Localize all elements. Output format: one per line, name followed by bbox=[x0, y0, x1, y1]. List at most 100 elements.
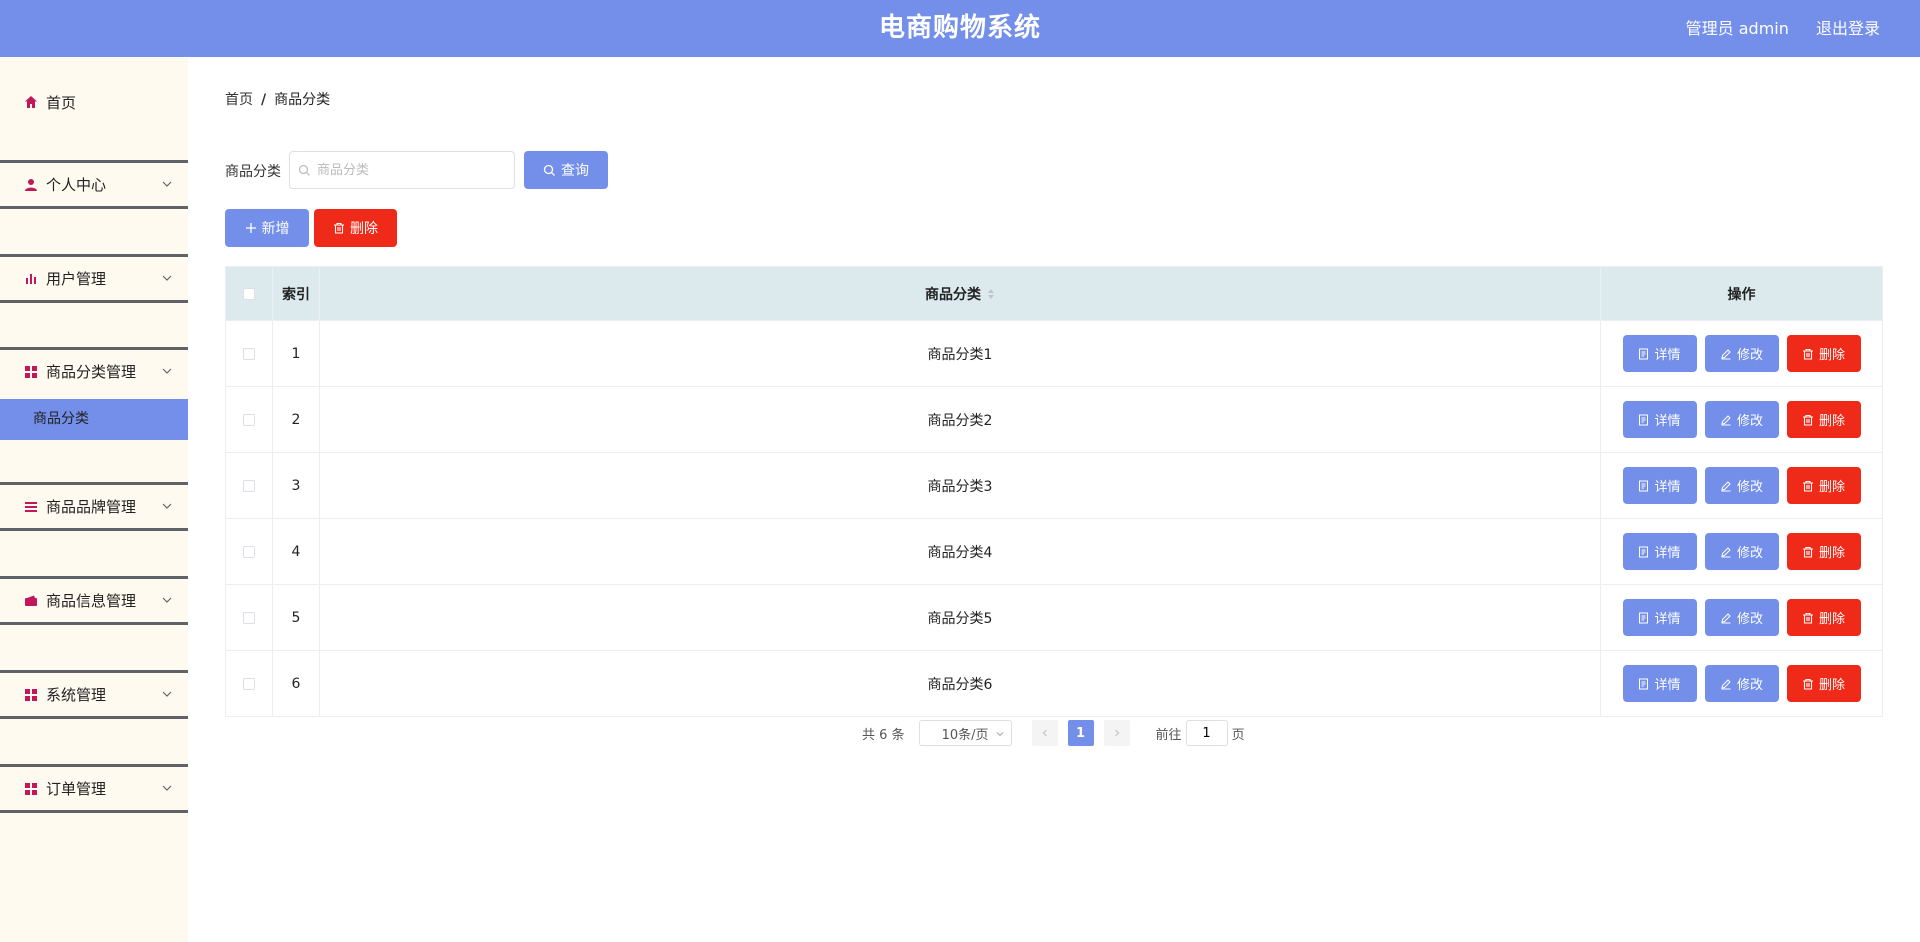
table-row: 1 商品分类1 详情 修改 删除 bbox=[226, 320, 1882, 386]
breadcrumb-separator: / bbox=[261, 92, 267, 108]
row-check-cell bbox=[226, 453, 273, 518]
edit-button[interactable]: 修改 bbox=[1704, 665, 1779, 702]
detail-button[interactable]: 详情 bbox=[1622, 665, 1697, 702]
row-actions: 详情 修改 删除 bbox=[1622, 599, 1861, 636]
header-name-cell[interactable]: 商品分类 bbox=[320, 267, 1601, 320]
row-check-cell bbox=[226, 321, 273, 386]
add-button[interactable]: 新增 bbox=[225, 209, 309, 247]
trash-icon bbox=[1802, 414, 1813, 426]
row-checkbox[interactable] bbox=[243, 479, 255, 492]
row-checkbox[interactable] bbox=[243, 413, 255, 426]
detail-button[interactable]: 详情 bbox=[1622, 533, 1697, 570]
user-icon bbox=[25, 178, 37, 191]
detail-button[interactable]: 详情 bbox=[1622, 401, 1697, 438]
edit-icon bbox=[1721, 480, 1731, 491]
logout-link[interactable]: 退出登录 bbox=[1816, 19, 1880, 38]
page-number-current[interactable]: 1 bbox=[1067, 720, 1094, 746]
sidebar-subitem-category[interactable]: 商品分类 bbox=[0, 399, 188, 440]
search-input[interactable] bbox=[315, 161, 499, 179]
sidebar-group-orders[interactable]: 订单管理 bbox=[0, 764, 188, 813]
delete-button-label: 删除 bbox=[1818, 414, 1845, 429]
query-button-label: 查询 bbox=[561, 163, 589, 179]
search-box bbox=[289, 151, 515, 189]
next-page-button[interactable] bbox=[1103, 720, 1130, 746]
edit-button[interactable]: 修改 bbox=[1704, 533, 1779, 570]
edit-button[interactable]: 修改 bbox=[1704, 467, 1779, 504]
detail-button-label: 详情 bbox=[1654, 546, 1681, 561]
search-icon bbox=[543, 164, 555, 176]
row-checkbox[interactable] bbox=[243, 611, 255, 624]
trash-icon bbox=[1802, 480, 1813, 492]
header-index: 索引 bbox=[273, 267, 320, 320]
sort-icon[interactable] bbox=[987, 288, 995, 300]
batch-delete-button-label: 删除 bbox=[350, 221, 378, 237]
row-category-name: 商品分类1 bbox=[320, 321, 1601, 386]
edit-icon bbox=[1721, 678, 1731, 689]
row-index: 6 bbox=[273, 651, 320, 716]
edit-button[interactable]: 修改 bbox=[1704, 401, 1779, 438]
document-icon bbox=[1639, 678, 1649, 689]
table-body: 1 商品分类1 详情 修改 删除 2 商品分类2 详情 修改 删除 3 商品分类3 详情 修改 删除 4 商品分… bbox=[226, 320, 1882, 716]
row-index: 4 bbox=[273, 519, 320, 584]
batch-delete-button[interactable]: 删除 bbox=[314, 209, 397, 247]
row-checkbox[interactable] bbox=[243, 347, 255, 360]
page-size-select[interactable]: 10条/页 bbox=[918, 720, 1012, 746]
goto-page-input[interactable] bbox=[1185, 720, 1228, 746]
sidebar: 首页 个人中心 用户管理 商品分类管理 商品分类 商品品牌管理 商品信息管理 系… bbox=[0, 57, 188, 942]
detail-button-label: 详情 bbox=[1654, 348, 1681, 363]
sidebar-group-product[interactable]: 商品信息管理 bbox=[0, 576, 188, 625]
row-category-name: 商品分类5 bbox=[320, 585, 1601, 650]
sidebar-group-system[interactable]: 系统管理 bbox=[0, 670, 188, 719]
delete-button[interactable]: 删除 bbox=[1786, 335, 1861, 372]
row-checkbox[interactable] bbox=[243, 677, 255, 690]
row-checkbox[interactable] bbox=[243, 545, 255, 558]
trash-icon bbox=[1802, 348, 1813, 360]
edit-button[interactable]: 修改 bbox=[1704, 335, 1779, 372]
breadcrumb-home[interactable]: 首页 bbox=[225, 92, 253, 108]
detail-button[interactable]: 详情 bbox=[1622, 599, 1697, 636]
select-all-checkbox[interactable] bbox=[243, 287, 255, 300]
breadcrumb: 首页 / 商品分类 bbox=[225, 89, 330, 109]
sidebar-group-label: 个人中心 bbox=[46, 176, 107, 194]
delete-button[interactable]: 删除 bbox=[1786, 665, 1861, 702]
row-ops-cell: 详情 修改 删除 bbox=[1601, 585, 1882, 650]
edit-button[interactable]: 修改 bbox=[1704, 599, 1779, 636]
sidebar-group-label: 商品信息管理 bbox=[46, 592, 137, 610]
sidebar-group-users[interactable]: 用户管理 bbox=[0, 254, 188, 303]
app-title: 电商购物系统 bbox=[878, 13, 1041, 43]
chevron-down-icon bbox=[162, 181, 172, 187]
row-category-name: 商品分类3 bbox=[320, 453, 1601, 518]
delete-button[interactable]: 删除 bbox=[1786, 599, 1861, 636]
sidebar-group-personal[interactable]: 个人中心 bbox=[0, 160, 188, 209]
detail-button[interactable]: 详情 bbox=[1622, 467, 1697, 504]
document-icon bbox=[1639, 348, 1649, 359]
chevron-down-icon bbox=[996, 732, 1003, 737]
sidebar-item-home[interactable]: 首页 bbox=[0, 78, 188, 126]
row-actions: 详情 修改 删除 bbox=[1622, 335, 1861, 372]
header-ops: 操作 bbox=[1727, 286, 1756, 303]
chevron-down-icon bbox=[162, 597, 172, 603]
pagination: 共 6 条 10条/页 1 前往 页 bbox=[862, 720, 1245, 746]
admin-label: 管理员 admin bbox=[1685, 19, 1789, 38]
row-check-cell bbox=[226, 387, 273, 452]
prev-page-button[interactable] bbox=[1031, 720, 1058, 746]
table-row: 3 商品分类3 详情 修改 删除 bbox=[226, 452, 1882, 518]
detail-button-label: 详情 bbox=[1654, 480, 1681, 495]
chevron-down-icon bbox=[162, 275, 172, 281]
trash-icon bbox=[1802, 678, 1813, 690]
query-button[interactable]: 查询 bbox=[524, 151, 608, 189]
search-label: 商品分类 bbox=[225, 164, 281, 180]
grid-icon bbox=[25, 365, 37, 378]
detail-button-label: 详情 bbox=[1654, 612, 1681, 627]
delete-button[interactable]: 删除 bbox=[1786, 401, 1861, 438]
document-icon bbox=[1639, 546, 1649, 557]
header-name: 商品分类 bbox=[925, 286, 981, 303]
delete-button[interactable]: 删除 bbox=[1786, 467, 1861, 504]
row-ops-cell: 详情 修改 删除 bbox=[1601, 321, 1882, 386]
bar-chart-icon bbox=[26, 273, 36, 284]
sidebar-group-category[interactable]: 商品分类管理 bbox=[0, 347, 188, 393]
row-index: 3 bbox=[273, 453, 320, 518]
detail-button[interactable]: 详情 bbox=[1622, 335, 1697, 372]
delete-button[interactable]: 删除 bbox=[1786, 533, 1861, 570]
sidebar-group-brand[interactable]: 商品品牌管理 bbox=[0, 482, 188, 531]
